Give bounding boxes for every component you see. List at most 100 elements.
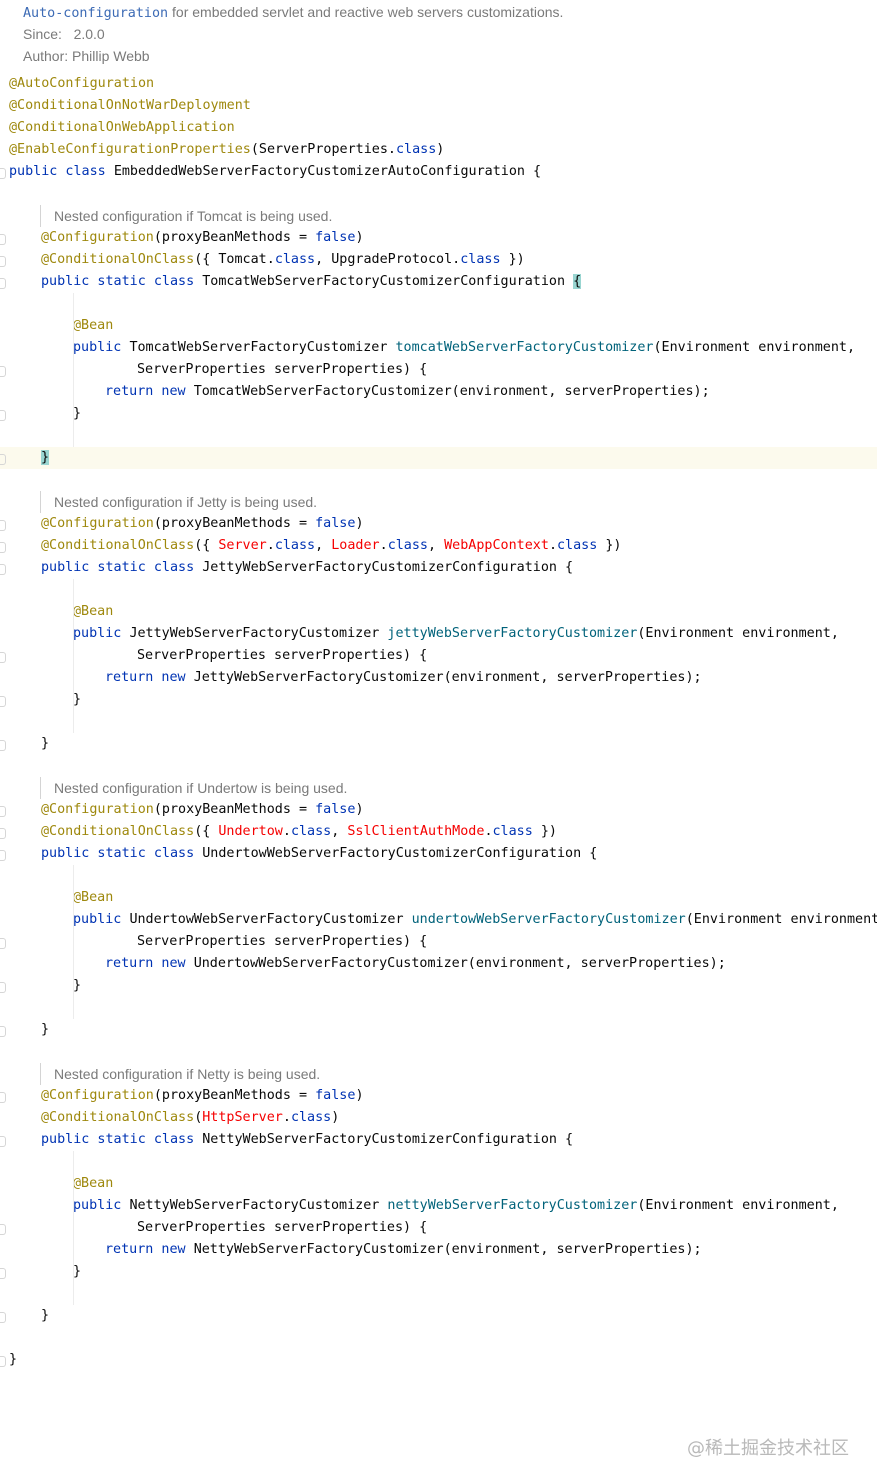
- token-brace: {: [573, 274, 582, 289]
- token: (Environment environment,: [653, 340, 856, 355]
- javadoc-line: Auto-configuration for embedded servlet …: [0, 1, 877, 23]
- token: Nested configuration if Tomcat is being …: [54, 208, 333, 224]
- code-line: }: [0, 1305, 877, 1327]
- token-annotation: @Bean: [73, 318, 114, 333]
- code-text: public static class TomcatWebServerFacto…: [41, 271, 582, 293]
- fold-marker-icon[interactable]: [0, 564, 6, 575]
- token-brace: }: [41, 450, 50, 465]
- token-annotation: @Configuration: [41, 802, 154, 817]
- code-editor[interactable]: Auto-configuration for embedded servlet …: [0, 0, 877, 1484]
- fold-marker-icon[interactable]: [0, 542, 6, 553]
- token: Nested configuration if Netty is being u…: [54, 1066, 321, 1082]
- code-text: @ConditionalOnClass({ Server.class, Load…: [41, 535, 622, 557]
- token: UndertowWebServerFactoryCustomizer: [129, 912, 412, 927]
- token: JettyWebServerFactoryCustomizer: [129, 626, 388, 641]
- token-keyword: public static class: [41, 274, 203, 289]
- code-text: @Configuration(proxyBeanMethods = false): [41, 513, 364, 535]
- token-error: Undertow: [218, 824, 283, 839]
- code-text: public static class NettyWebServerFactor…: [41, 1129, 573, 1151]
- token: ): [436, 142, 445, 157]
- token-keyword: public static class: [41, 560, 203, 575]
- token: ServerProperties serverProperties) {: [137, 934, 428, 949]
- fold-marker-icon[interactable]: [0, 366, 6, 377]
- token: for embedded servlet and reactive web se…: [168, 4, 564, 20]
- token: ServerProperties serverProperties) {: [137, 1220, 428, 1235]
- fold-marker-icon[interactable]: [0, 1268, 6, 1279]
- code-line: ServerProperties serverProperties) {: [0, 931, 877, 953]
- fold-marker-icon[interactable]: [0, 454, 6, 465]
- indent-guide: [73, 645, 74, 689]
- code-line: return new UndertowWebServerFactoryCusto…: [0, 953, 877, 975]
- token: }: [41, 736, 50, 751]
- code-text: ServerProperties serverProperties) {: [137, 1217, 427, 1239]
- fold-marker-icon[interactable]: [0, 1026, 6, 1037]
- fold-marker-icon[interactable]: [0, 982, 6, 993]
- code-line: @Configuration(proxyBeanMethods = false): [0, 799, 877, 821]
- fold-marker-icon[interactable]: [0, 278, 6, 289]
- javadoc-line: Author: Phillip Webb: [0, 45, 877, 67]
- code-line: @ConditionalOnClass({ Undertow.class, Ss…: [0, 821, 877, 843]
- token: ): [331, 1110, 340, 1125]
- token: ,: [315, 538, 332, 553]
- token-keyword: false: [315, 230, 356, 245]
- javadoc-text: Since: 2.0.0: [23, 23, 105, 45]
- code-text: }: [73, 1261, 81, 1283]
- fold-marker-icon[interactable]: [0, 1224, 6, 1235]
- token-annotation: @Configuration: [41, 230, 154, 245]
- indent-guide: [73, 1217, 74, 1261]
- code-text: @ConditionalOnClass(HttpServer.class): [41, 1107, 339, 1129]
- fold-marker-icon[interactable]: [0, 828, 6, 839]
- token: NettyWebServerFactoryCustomizer(environm…: [193, 1242, 702, 1257]
- fold-marker-icon[interactable]: [0, 168, 6, 179]
- fold-marker-icon[interactable]: [0, 740, 6, 751]
- code-line: return new NettyWebServerFactoryCustomiz…: [0, 1239, 877, 1261]
- fold-marker-icon[interactable]: [0, 938, 6, 949]
- token: .: [379, 538, 388, 553]
- token-keyword: return new: [105, 1242, 194, 1257]
- token-method: undertowWebServerFactoryCustomizer: [411, 912, 686, 927]
- fold-marker-icon[interactable]: [0, 1092, 6, 1103]
- token: (Environment environment,: [685, 912, 877, 927]
- token-doclink: Auto-configuration: [23, 6, 169, 21]
- fold-marker-icon[interactable]: [0, 806, 6, 817]
- fold-marker-icon[interactable]: [0, 520, 6, 531]
- fold-marker-icon[interactable]: [0, 850, 6, 861]
- token-keyword: class: [460, 252, 501, 267]
- token-error: WebAppContext: [444, 538, 549, 553]
- token: EmbeddedWebServerFactoryCustomizerAutoCo…: [113, 164, 542, 179]
- token: (proxyBeanMethods =: [153, 230, 316, 245]
- fold-marker-icon[interactable]: [0, 1312, 6, 1323]
- token-error: SslClientAuthMode: [347, 824, 485, 839]
- token-keyword: class: [387, 538, 428, 553]
- fold-marker-icon[interactable]: [0, 1356, 6, 1367]
- code-text: return new JettyWebServerFactoryCustomiz…: [105, 667, 702, 689]
- token-keyword: public: [73, 340, 130, 355]
- doc-comment-line: Nested configuration if Undertow is bein…: [0, 777, 877, 799]
- fold-marker-icon[interactable]: [0, 234, 6, 245]
- fold-marker-icon[interactable]: [0, 652, 6, 663]
- fold-marker-icon[interactable]: [0, 1136, 6, 1147]
- token: Nested configuration if Undertow is bein…: [54, 780, 348, 796]
- token: ({: [194, 824, 219, 839]
- code-line: }: [0, 1019, 877, 1041]
- token-error: Loader: [331, 538, 380, 553]
- token: }): [500, 252, 525, 267]
- code-line: public NettyWebServerFactoryCustomizer n…: [0, 1195, 877, 1217]
- fold-marker-icon[interactable]: [0, 410, 6, 421]
- token-method: tomcatWebServerFactoryCustomizer: [395, 340, 654, 355]
- token-error: Server: [218, 538, 267, 553]
- token-keyword: class: [274, 538, 316, 553]
- fold-marker-icon[interactable]: [0, 696, 6, 707]
- token-annotation: @EnableConfigurationProperties: [9, 142, 251, 157]
- doc-comment-line: Nested configuration if Jetty is being u…: [0, 491, 877, 513]
- fold-marker-icon[interactable]: [0, 256, 6, 267]
- token: JettyWebServerFactoryCustomizerConfigura…: [202, 560, 574, 575]
- token: }): [597, 538, 622, 553]
- token: }: [73, 1264, 82, 1279]
- indent-guide: [73, 931, 74, 975]
- code-text: }: [73, 975, 81, 997]
